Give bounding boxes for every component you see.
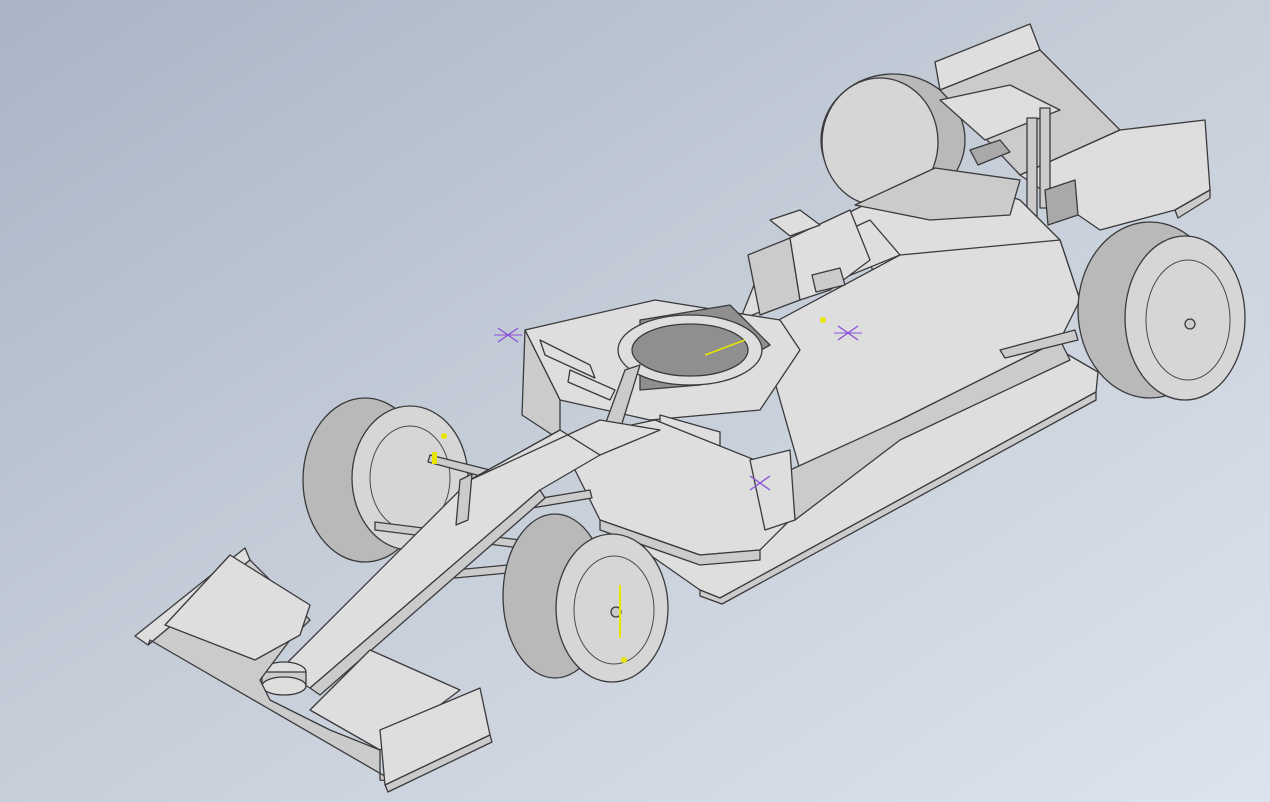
3d-viewport[interactable]: [0, 0, 1270, 802]
work-point-icon[interactable]: [494, 327, 522, 343]
car-model-view[interactable]: [0, 0, 1270, 802]
